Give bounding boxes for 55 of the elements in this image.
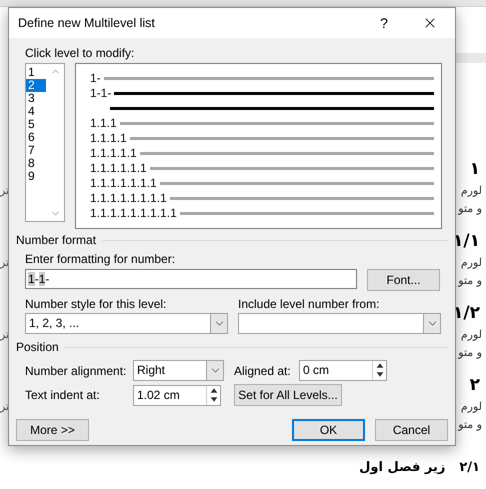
section-label: Click level to modify: — [25, 46, 136, 60]
level-item[interactable]: 2 — [26, 79, 46, 92]
more-button[interactable]: More >> — [16, 419, 89, 441]
document-heading: زیر فصل اول — [359, 459, 446, 477]
document-text: لورم — [460, 399, 483, 415]
field-label: Number style for this level: — [25, 297, 168, 311]
document-heading: ۲/۱ — [459, 459, 481, 477]
preview-number: 1.1.1.1 — [90, 131, 127, 146]
field-label: Text indent at: — [25, 387, 101, 404]
field-label: Enter formatting for number: — [25, 252, 176, 266]
document-heading: ۱/۲ — [453, 302, 480, 325]
preview-number: 1.1.1.1.1 — [90, 146, 137, 161]
group-heading: Number format — [16, 232, 96, 249]
window-title: Define new Multilevel list — [18, 14, 156, 32]
preview-number: 1- — [90, 71, 101, 86]
ok-button[interactable]: OK — [292, 419, 365, 441]
aligned-at-field[interactable]: 0 cm — [299, 360, 387, 381]
set-all-levels-button[interactable]: Set for All Levels... — [234, 384, 342, 406]
preview-number: 1.1.1.1.1.1.1 — [90, 176, 157, 191]
level-item[interactable]: 3 — [26, 92, 46, 105]
help-button[interactable]: ? — [376, 12, 392, 34]
level-item[interactable]: 5 — [26, 118, 46, 131]
preview-number: 1.1.1.1.1.1.1.1.1 — [90, 206, 177, 221]
number-style-dropdown[interactable]: 1, 2, 3, ... — [25, 313, 228, 334]
document-text: لورم — [460, 255, 483, 271]
group-heading: Position — [16, 339, 59, 356]
level-item[interactable]: 7 — [26, 144, 46, 157]
preview-number: 1-1- — [90, 86, 112, 101]
preview-number: 1.1.1.1.1.1.1.1 — [90, 191, 167, 206]
document-text: و متو — [458, 273, 483, 289]
level-item[interactable]: 1 — [26, 66, 46, 79]
document-text: و متو — [458, 201, 483, 217]
format-text: 1-1- — [28, 271, 50, 288]
format-field[interactable]: 1-1- — [25, 269, 357, 289]
level-item[interactable]: 9 — [26, 170, 46, 183]
level-item[interactable]: 8 — [26, 157, 46, 170]
preview-number: 1.1.1 — [90, 116, 117, 131]
preview-number: 1.1.1.1.1.1 — [90, 161, 147, 176]
alignment-dropdown[interactable]: Right — [133, 360, 224, 381]
level-item[interactable]: 4 — [26, 105, 46, 118]
field-label: Number alignment: — [25, 362, 128, 380]
cancel-button[interactable]: Cancel — [375, 419, 448, 441]
document-text: لورم — [460, 327, 483, 343]
document-text: لورم — [460, 183, 483, 199]
field-label: Include level number from: — [238, 297, 380, 311]
document-text: و متو — [458, 417, 483, 433]
document-text: و متو — [458, 345, 483, 361]
field-label: Aligned at: — [234, 362, 292, 380]
text-indent-field[interactable]: 1.02 cm — [133, 384, 221, 406]
level-item[interactable]: 6 — [26, 131, 46, 144]
document-heading: ۲ — [470, 374, 480, 397]
document-heading: ۱/۱ — [453, 230, 480, 253]
include-level-dropdown[interactable] — [238, 313, 441, 334]
font-button[interactable]: Font... — [367, 269, 440, 291]
document-heading: ۱ — [470, 158, 480, 181]
